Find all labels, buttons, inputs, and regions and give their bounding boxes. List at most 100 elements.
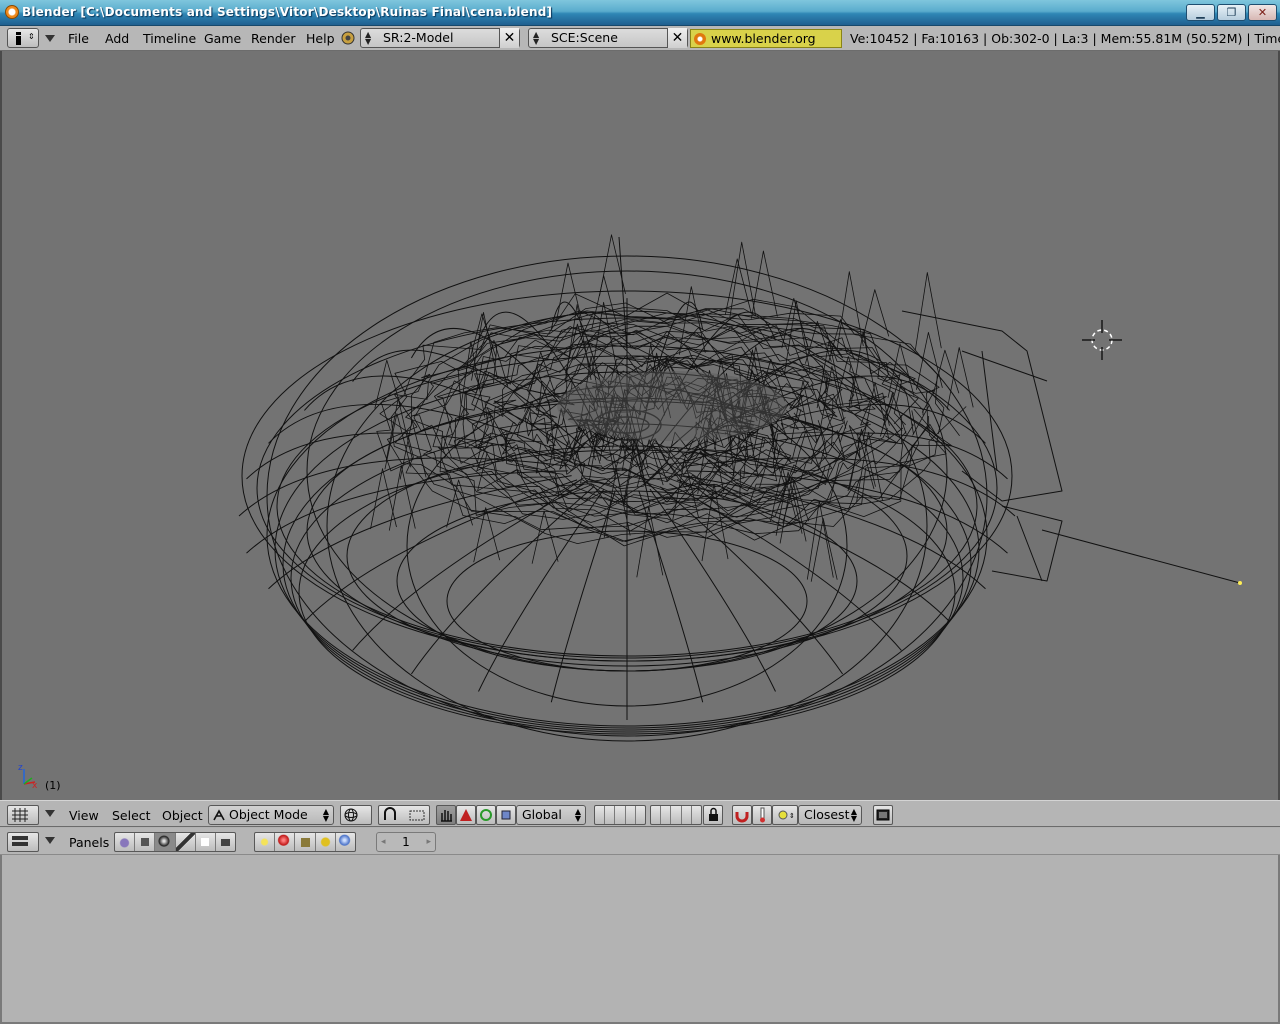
scene-name: SCE:Scene xyxy=(551,30,618,45)
snap-mode-value: Closest xyxy=(804,807,850,822)
shading-context-icon[interactable] xyxy=(155,833,176,851)
lock-layers-button[interactable] xyxy=(703,805,723,825)
grid-icon xyxy=(12,808,28,822)
logic-context-icon[interactable] xyxy=(115,833,136,851)
material-buttons-icon[interactable] xyxy=(275,833,296,851)
menu-file[interactable]: File xyxy=(68,31,89,46)
title-bar: Blender [C:\Documents and Settings\Vitor… xyxy=(0,0,1280,26)
scale-manipulator[interactable] xyxy=(496,805,516,825)
blender-window: Blender [C:\Documents and Settings\Vitor… xyxy=(0,0,1280,1024)
rotate-ring-icon xyxy=(480,809,492,821)
snap-target-icon: ⇕ xyxy=(778,810,795,820)
menu-help[interactable]: Help xyxy=(306,31,335,46)
buttons-window-area[interactable] xyxy=(0,855,1280,1024)
screen-selector[interactable]: ▲ ▼ SR:2-Model ✕ xyxy=(360,28,520,48)
menu-render[interactable]: Render xyxy=(251,31,296,46)
lamp-icon[interactable] xyxy=(1238,581,1242,585)
scene-selector[interactable]: ▲ ▼ SCE:Scene ✕ xyxy=(528,28,688,48)
prev-frame-arrow[interactable]: ◂ xyxy=(381,833,386,851)
wireframe-mesh: zx xyxy=(18,234,1242,791)
scene-stats: Ve:10452 | Fa:10163 | Ob:302-0 | La:3 | … xyxy=(850,31,1280,46)
lamp-buttons-icon[interactable] xyxy=(255,833,276,851)
layer-buttons-group-1[interactable] xyxy=(594,805,646,825)
pivot-dropdown[interactable] xyxy=(378,805,430,825)
texture-buttons-icon[interactable] xyxy=(295,833,316,851)
collapse-menu-icon[interactable] xyxy=(45,837,55,844)
wireframe-drawtype-icon xyxy=(344,808,358,822)
menu-timeline[interactable]: Timeline xyxy=(143,31,196,46)
snap-mode-dropdown[interactable]: Closest ▲ ▼ xyxy=(798,805,862,825)
snap-toggle[interactable] xyxy=(732,805,752,825)
scene-context-icon[interactable] xyxy=(215,833,236,851)
mode-value: Object Mode xyxy=(229,807,308,822)
3d-viewport[interactable]: zx (1) xyxy=(0,51,1280,800)
hand-icon xyxy=(441,810,452,822)
editing-context-icon[interactable] xyxy=(195,833,216,851)
collapse-menu-icon[interactable] xyxy=(45,35,55,42)
svg-text:⇕: ⇕ xyxy=(28,32,35,41)
delete-scene-icon[interactable]: ✕ xyxy=(667,28,687,48)
mesh-wires xyxy=(238,234,1063,742)
svg-text:⇕: ⇕ xyxy=(789,812,795,820)
render-engine-icon[interactable] xyxy=(340,30,356,46)
3d-view-header: View Select Object Object Mode ▲ ▼ Globa… xyxy=(0,800,1280,827)
menu-panels[interactable]: Panels xyxy=(69,835,109,850)
script-context-icon[interactable] xyxy=(135,833,156,851)
menu-select[interactable]: Select xyxy=(112,808,151,823)
menu-object[interactable]: Object xyxy=(162,808,203,823)
editor-type-button[interactable] xyxy=(7,805,39,825)
window-title: Blender [C:\Documents and Settings\Vitor… xyxy=(22,5,553,19)
frame-number-field[interactable]: ◂ 1 ▸ xyxy=(376,832,436,852)
buttons-window-icon xyxy=(12,836,28,846)
mode-dropdown[interactable]: Object Mode ▲ ▼ xyxy=(208,805,334,825)
axis-z-label: z xyxy=(18,763,23,773)
editor-type-button[interactable] xyxy=(7,832,39,852)
3d-cursor-icon[interactable] xyxy=(1082,320,1122,360)
render-image-icon xyxy=(876,809,890,821)
draw-type-dropdown[interactable] xyxy=(340,805,372,825)
current-frame-label: (1) xyxy=(45,779,61,792)
scale-box-icon xyxy=(501,810,511,820)
translate-arrow-icon xyxy=(460,809,472,821)
editor-type-button[interactable]: ⇕ xyxy=(7,28,39,48)
lamp-direction-line xyxy=(1041,529,1241,584)
close-button[interactable]: ✕ xyxy=(1248,4,1277,21)
world-buttons-icon[interactable] xyxy=(335,833,356,851)
delete-screen-icon[interactable]: ✕ xyxy=(499,28,519,48)
frame-number-value: 1 xyxy=(402,835,410,849)
layer-buttons-group-2[interactable] xyxy=(650,805,702,825)
blender-logo-icon xyxy=(694,33,706,45)
menu-view[interactable]: View xyxy=(69,808,99,823)
orientation-value: Global xyxy=(522,807,562,822)
object-context-icon[interactable] xyxy=(175,833,196,851)
blender-site-badge[interactable]: www.blender.org 248.1 xyxy=(690,29,842,63)
pivot-icon xyxy=(384,807,425,821)
collapse-menu-icon[interactable] xyxy=(45,810,55,817)
maximize-button[interactable]: ❐ xyxy=(1217,4,1246,21)
magnet-icon xyxy=(735,812,749,823)
axis-x-label: x xyxy=(32,781,38,791)
center-haze xyxy=(557,371,787,441)
context-buttons-group[interactable] xyxy=(114,832,236,852)
manipulator-toggle[interactable] xyxy=(436,805,456,825)
screen-name: SR:2-Model xyxy=(383,30,454,45)
next-frame-arrow[interactable]: ▸ xyxy=(426,833,431,851)
rotate-manipulator[interactable] xyxy=(476,805,496,825)
thermometer-icon xyxy=(760,807,765,823)
proportional-edit-toggle[interactable] xyxy=(752,805,772,825)
menu-game[interactable]: Game xyxy=(204,31,241,46)
menu-add[interactable]: Add xyxy=(105,31,129,46)
orientation-dropdown[interactable]: Global ▲ ▼ xyxy=(516,805,586,825)
blender-logo-icon xyxy=(5,5,19,19)
axis-gizmo-icon: zx xyxy=(18,763,38,791)
buttons-window-header: Panels ◂ 1 ▸ xyxy=(0,828,1280,855)
subcontext-buttons-group[interactable] xyxy=(254,832,356,852)
object-mode-icon xyxy=(213,809,225,821)
minimize-button[interactable]: ▁ xyxy=(1186,4,1215,21)
info-icon: ⇕ xyxy=(16,32,35,45)
radiosity-buttons-icon[interactable] xyxy=(315,833,336,851)
translate-manipulator[interactable] xyxy=(456,805,476,825)
lock-icon xyxy=(709,807,718,821)
render-preview-button[interactable] xyxy=(873,805,893,825)
snap-element-dropdown[interactable]: ⇕ xyxy=(772,805,798,825)
